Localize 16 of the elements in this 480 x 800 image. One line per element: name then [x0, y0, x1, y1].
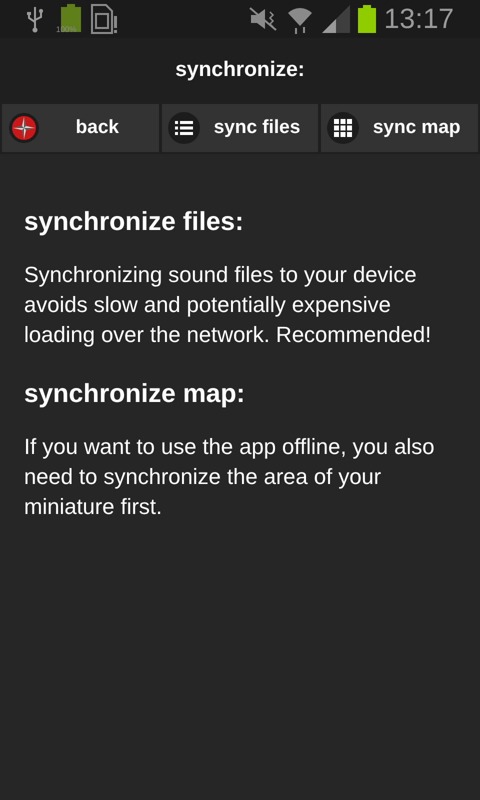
clock-time: 13:17	[384, 5, 454, 33]
toolbar-button[interactable]: back	[2, 104, 159, 152]
toolbar-button[interactable]: sync map	[321, 104, 478, 152]
sim-card-icon	[91, 4, 117, 34]
signal-icon	[322, 5, 350, 33]
battery-icon	[358, 5, 376, 33]
grid-icon	[327, 112, 360, 144]
compass-icon	[8, 112, 40, 144]
section-text: If you want to use the app offline, you also need to synchronize the area of your miniature first.	[24, 433, 436, 521]
usb-icon	[26, 5, 44, 33]
section-heading: synchronize map:	[24, 377, 246, 410]
section-text: Synchronizing sound files to your device avoids slow and potentially expensive loading over the network. Recommended!	[24, 261, 432, 349]
list-icon	[168, 112, 200, 144]
toolbar-button[interactable]: sync files	[162, 104, 318, 152]
screen-title: synchronize:	[175, 57, 305, 84]
section-heading: synchronize files:	[24, 205, 245, 238]
